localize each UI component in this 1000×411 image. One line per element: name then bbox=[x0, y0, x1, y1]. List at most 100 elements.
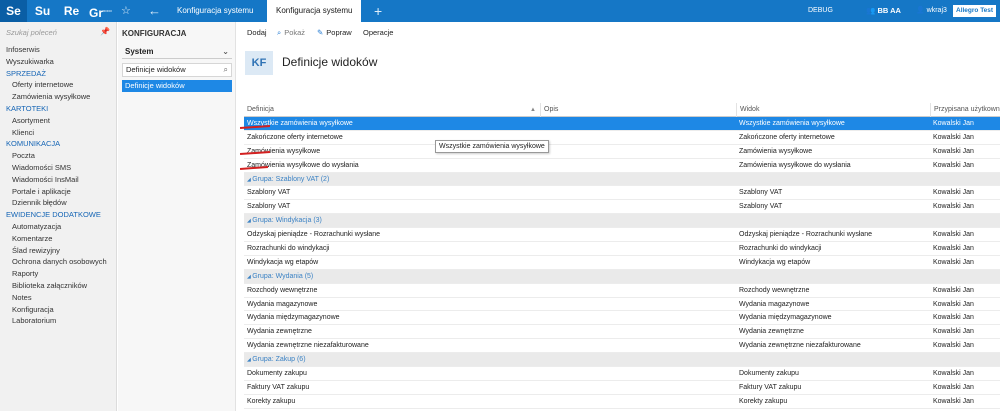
table-row[interactable]: Rozrachunki do windykacji Rozrachunki do … bbox=[244, 242, 1000, 256]
cell-widok: Wydania zewnętrzne bbox=[739, 328, 804, 336]
table-row[interactable]: Wydania zewnętrzne Wydania zewnętrzne Kowa… bbox=[244, 325, 1000, 340]
sidebar-item[interactable]: Portale i aplikacje bbox=[0, 186, 116, 198]
grid-header: Definicja ▲ Opis Widok Przypisana użytko… bbox=[244, 103, 1000, 117]
cell-definicja: Wydania zewnętrzne niezafakturowane bbox=[247, 342, 369, 350]
allegro-badge[interactable]: Allegro Test bbox=[953, 5, 997, 17]
group-row[interactable]: ◢ Grupa: Zakup (6) bbox=[244, 353, 1000, 368]
cell-widok: Szablony VAT bbox=[739, 189, 783, 197]
col-header-opis[interactable]: Opis bbox=[540, 103, 736, 117]
user-initials[interactable]: 👥 BB AA bbox=[866, 0, 901, 22]
show-button[interactable]: ⌕ Pokaż bbox=[277, 22, 305, 44]
table-row[interactable]: Rozchody wewnętrzne Rozchody wewnętrzne Ko… bbox=[244, 284, 1000, 298]
table-row[interactable]: Szablony VAT Szablony VAT Kowalski Jan bbox=[244, 200, 1000, 215]
sidebar-search-placeholder: Szukaj poleceń bbox=[6, 28, 57, 37]
table-row[interactable]: Dokumenty zakupu Dokumenty zakupu Kowalski… bbox=[244, 367, 1000, 381]
sidebar-section: SPRZEDAŻ bbox=[6, 68, 47, 78]
search-icon[interactable]: ⌕ bbox=[224, 64, 228, 76]
user-name[interactable]: 👤 wkraj3 bbox=[916, 0, 947, 22]
cell-user: Kowalski Jan bbox=[933, 314, 974, 322]
magnifier-icon: ⌕ bbox=[277, 28, 282, 37]
sidebar-item[interactable]: Oferty internetowe bbox=[0, 79, 116, 91]
tab-konfiguracja-1[interactable]: Konfiguracja systemu bbox=[168, 0, 262, 22]
cell-user: Kowalski Jan bbox=[933, 342, 974, 350]
cell-definicja: Windykacja wg etapów bbox=[247, 258, 319, 266]
cell-definicja: Odzyskaj pieniądze - Rozrachunki wysłane bbox=[247, 231, 381, 239]
col-header-widok[interactable]: Widok bbox=[736, 103, 930, 117]
group-label: ◢ Grupa: Szablony VAT (2) bbox=[247, 173, 329, 187]
col-header-user[interactable]: Przypisana użytkown bbox=[930, 103, 1000, 117]
table-row[interactable]: Faktury VAT zakupu Faktury VAT zakupu Kowa… bbox=[244, 381, 1000, 395]
sidebar-item[interactable]: Notes bbox=[0, 292, 116, 304]
group-row[interactable]: ◢ Grupa: Windykacja (3) bbox=[244, 214, 1000, 229]
show-button-label: Pokaż bbox=[284, 28, 306, 37]
sidebar-item[interactable]: Wiadomości SMS bbox=[0, 162, 116, 174]
cell-definicja: Faktury VAT zakupu bbox=[247, 383, 310, 391]
sidebar-item[interactable]: Infoserwis bbox=[0, 44, 116, 56]
edit-button[interactable]: ✎ Popraw bbox=[317, 22, 352, 44]
config-filter-input[interactable]: Definicje widoków ⌕ bbox=[122, 63, 232, 77]
sidebar-item[interactable]: Wyszukiwarka bbox=[0, 56, 116, 68]
col-header-definicja-label: Definicja bbox=[247, 106, 274, 113]
app-tile-se[interactable]: Se bbox=[0, 0, 27, 22]
table-row[interactable]: Zamówienia wysyłkowe do wysłania Zamówien… bbox=[244, 159, 1000, 173]
table-row[interactable]: Wydania zewnętrzne niezafakturowane Wydan… bbox=[244, 339, 1000, 354]
config-item-definicje-widokow[interactable]: Definicje widoków bbox=[122, 80, 232, 92]
edit-button-label: Popraw bbox=[326, 28, 352, 37]
table-row[interactable]: Wydania międzymagazynowe Wydania międzyma… bbox=[244, 311, 1000, 326]
table-row[interactable]: Zakończone oferty internetowe Zakończone … bbox=[244, 131, 1000, 145]
arrow-left-icon[interactable]: ← bbox=[148, 0, 161, 22]
app-tile-gr[interactable]: GrRODO bbox=[87, 0, 114, 22]
table-row[interactable]: Wszystkie zamówienia wysyłkowe Wszystkie … bbox=[244, 117, 1000, 131]
table-row[interactable]: Zamówienia wysyłkowe Zamówienia wysyłkowe… bbox=[244, 145, 1000, 159]
cell-definicja: Wydania magazynowe bbox=[247, 300, 318, 308]
add-button[interactable]: Dodaj bbox=[247, 22, 267, 44]
star-icon[interactable]: ☆ bbox=[121, 0, 131, 22]
sidebar-item[interactable]: Asortyment bbox=[0, 115, 116, 127]
cell-widok: Korekty zakupu bbox=[739, 397, 788, 405]
cell-opis bbox=[540, 186, 736, 200]
sidebar-item[interactable]: Klienci bbox=[0, 127, 116, 139]
sidebar-item[interactable]: Laboratorium bbox=[0, 315, 116, 327]
config-filter-value: Definicje widoków bbox=[126, 65, 186, 74]
config-category-select[interactable]: System ⌄ bbox=[122, 45, 232, 59]
sidebar-item[interactable]: Biblioteka załączników bbox=[0, 280, 116, 292]
table-row[interactable]: Windykacja wg etapów Windykacja wg etapów… bbox=[244, 256, 1000, 270]
sidebar-item[interactable]: Komentarze bbox=[0, 233, 116, 245]
cell-definicja: Szablony VAT bbox=[247, 203, 291, 211]
cell-widok: Zamówienia wysyłkowe bbox=[739, 147, 813, 155]
table-row[interactable]: Odzyskaj pieniądze - Rozrachunki wysłane… bbox=[244, 228, 1000, 243]
top-bar: Se Su Re GrRODO ☆ ← Konfiguracja systemu… bbox=[0, 0, 1000, 22]
table-row[interactable]: Szablony VAT Szablony VAT Kowalski Jan bbox=[244, 186, 1000, 201]
group-row[interactable]: ◢ Grupa: Szablony VAT (2) bbox=[244, 172, 1000, 187]
operations-button[interactable]: Operacje bbox=[363, 22, 393, 44]
app-tile-re[interactable]: Re bbox=[58, 0, 85, 22]
pencil-icon: ✎ bbox=[317, 28, 324, 37]
cell-user: Kowalski Jan bbox=[933, 397, 974, 405]
sidebar-item[interactable]: Dziennik błędów bbox=[0, 197, 116, 209]
tab-konfiguracja-2[interactable]: Konfiguracja systemu bbox=[267, 0, 362, 22]
cell-user: Kowalski Jan bbox=[933, 383, 974, 391]
table-row[interactable]: Wydania magazynowe Wydania magazynowe Kowa… bbox=[244, 298, 1000, 312]
cell-definicja: Rozrachunki do windykacji bbox=[247, 245, 330, 253]
plus-icon[interactable]: + bbox=[374, 0, 382, 22]
sidebar-item[interactable]: Poczta bbox=[0, 150, 116, 162]
sidebar-item[interactable]: Wiadomości InsMail bbox=[0, 174, 116, 186]
sidebar-search[interactable]: Szukaj poleceń 📌 bbox=[0, 22, 116, 44]
sidebar-nav: Infoserwis Wyszukiwarka SPRZEDAŻ Oferty int… bbox=[0, 44, 116, 327]
cell-user: Kowalski Jan bbox=[933, 133, 974, 141]
sidebar-item[interactable]: Konfiguracja bbox=[0, 304, 116, 316]
sidebar-item[interactable]: Zamówienia wysyłkowe bbox=[0, 91, 116, 103]
sidebar-item[interactable]: Ślad rewizyjny bbox=[0, 245, 116, 257]
col-header-definicja[interactable]: Definicja ▲ bbox=[244, 103, 540, 117]
table-row[interactable]: Korekty zakupu Korekty zakupu Kowalski Jan bbox=[244, 395, 1000, 409]
app-tile-su[interactable]: Su bbox=[29, 0, 56, 22]
config-category-value: System bbox=[125, 47, 154, 56]
sidebar-section: EWIDENCJE DODATKOWE bbox=[6, 210, 101, 220]
cell-widok: Zakończone oferty internetowe bbox=[739, 133, 835, 141]
sidebar-item[interactable]: Ochrona danych osobowych bbox=[0, 256, 116, 268]
sidebar-item[interactable]: Raporty bbox=[0, 268, 116, 280]
cell-definicja: Szablony VAT bbox=[247, 189, 291, 197]
pin-icon[interactable]: 📌 bbox=[100, 27, 110, 36]
sidebar-item[interactable]: Automatyzacja bbox=[0, 221, 116, 233]
group-row[interactable]: ◢ Grupa: Wydania (5) bbox=[244, 269, 1000, 284]
